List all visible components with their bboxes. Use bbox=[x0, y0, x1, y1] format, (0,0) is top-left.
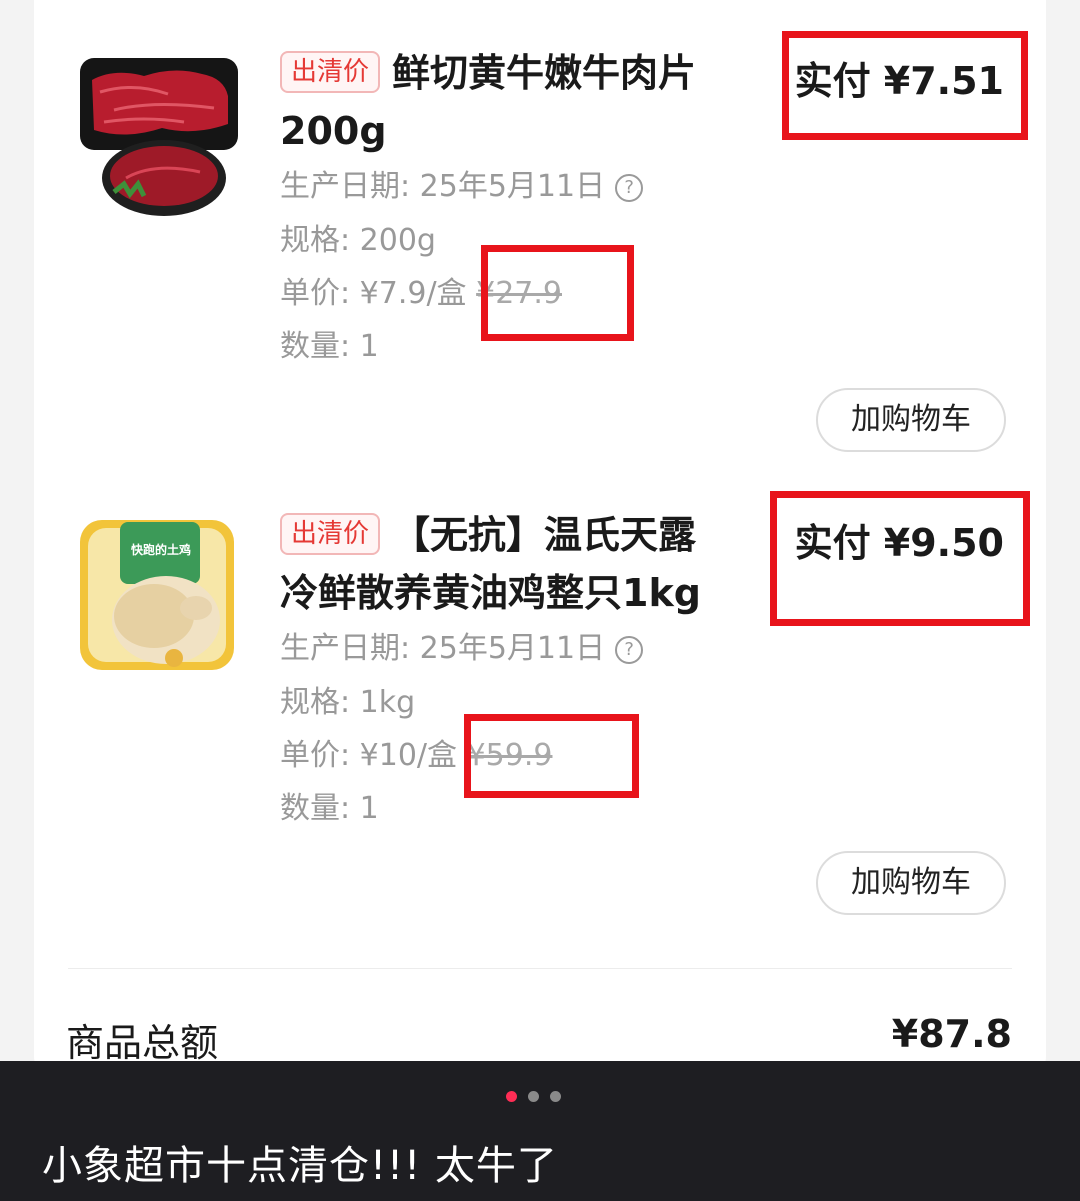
spec-value: 1kg bbox=[359, 685, 416, 720]
spec-label: 规格: bbox=[280, 685, 351, 720]
clearance-tag: 出清价 bbox=[280, 513, 381, 555]
page-dot-active[interactable] bbox=[506, 1091, 517, 1102]
quantity-label: 数量: bbox=[280, 329, 351, 364]
spec-row: 规格: 1kg bbox=[280, 676, 415, 730]
unit-price-label: 单价: bbox=[280, 738, 351, 773]
page-dot[interactable] bbox=[550, 1091, 561, 1102]
production-date-label: 生产日期: bbox=[280, 169, 411, 204]
package-label: 快跑的土鸡 bbox=[130, 543, 191, 557]
quantity-row: 数量: 1 bbox=[280, 782, 379, 836]
page-dot[interactable] bbox=[528, 1091, 539, 1102]
unit-price-value: ¥7.9/盒 bbox=[359, 276, 467, 311]
question-circle-icon[interactable]: ? bbox=[615, 636, 644, 664]
unit-price-value: ¥10/盒 bbox=[359, 738, 458, 773]
question-circle-icon[interactable]: ? bbox=[615, 174, 644, 202]
total-value: ¥87.8 bbox=[891, 1012, 1012, 1056]
production-date-label: 生产日期: bbox=[280, 631, 411, 666]
highlight-box-original-price-1 bbox=[481, 245, 634, 341]
unit-price-label: 单价: bbox=[280, 276, 351, 311]
beef-slices-image[interactable] bbox=[74, 52, 244, 222]
total-label: 商品总额 bbox=[66, 1021, 219, 1065]
production-date-value: 25年5月11日 bbox=[419, 169, 606, 204]
divider bbox=[68, 968, 1012, 969]
production-date-value: 25年5月11日 bbox=[419, 631, 606, 666]
highlight-box-original-price-2 bbox=[464, 714, 639, 798]
add-to-cart-button[interactable]: 加购物车 bbox=[816, 851, 1006, 915]
highlight-box-paid-1 bbox=[782, 31, 1028, 140]
production-date-row: 生产日期: 25年5月11日? bbox=[280, 622, 644, 676]
spec-row: 规格: 200g bbox=[280, 214, 436, 268]
quantity-row: 数量: 1 bbox=[280, 320, 379, 374]
product-title[interactable]: 出清价 【无抗】温氏天露冷鲜散养黄油鸡整只1kg bbox=[280, 506, 730, 622]
add-to-cart-button[interactable]: 加购物车 bbox=[816, 388, 1006, 452]
spec-value: 200g bbox=[359, 223, 436, 258]
caption-bar: 小象超市十点清仓!!! 太牛了 bbox=[0, 1061, 1080, 1201]
highlight-box-paid-2 bbox=[770, 491, 1030, 626]
spec-label: 规格: bbox=[280, 223, 351, 258]
post-caption: 小象超市十点清仓!!! 太牛了 bbox=[42, 1143, 558, 1189]
quantity-value: 1 bbox=[359, 329, 379, 364]
production-date-row: 生产日期: 25年5月11日? bbox=[280, 160, 644, 214]
product-title[interactable]: 出清价 鲜切黄牛嫩牛肉片200g bbox=[280, 44, 730, 160]
quantity-value: 1 bbox=[359, 791, 379, 826]
quantity-label: 数量: bbox=[280, 791, 351, 826]
whole-chicken-image[interactable]: 快跑的土鸡 bbox=[74, 512, 244, 682]
page-indicator[interactable] bbox=[506, 1087, 572, 1102]
clearance-tag: 出清价 bbox=[280, 51, 381, 93]
